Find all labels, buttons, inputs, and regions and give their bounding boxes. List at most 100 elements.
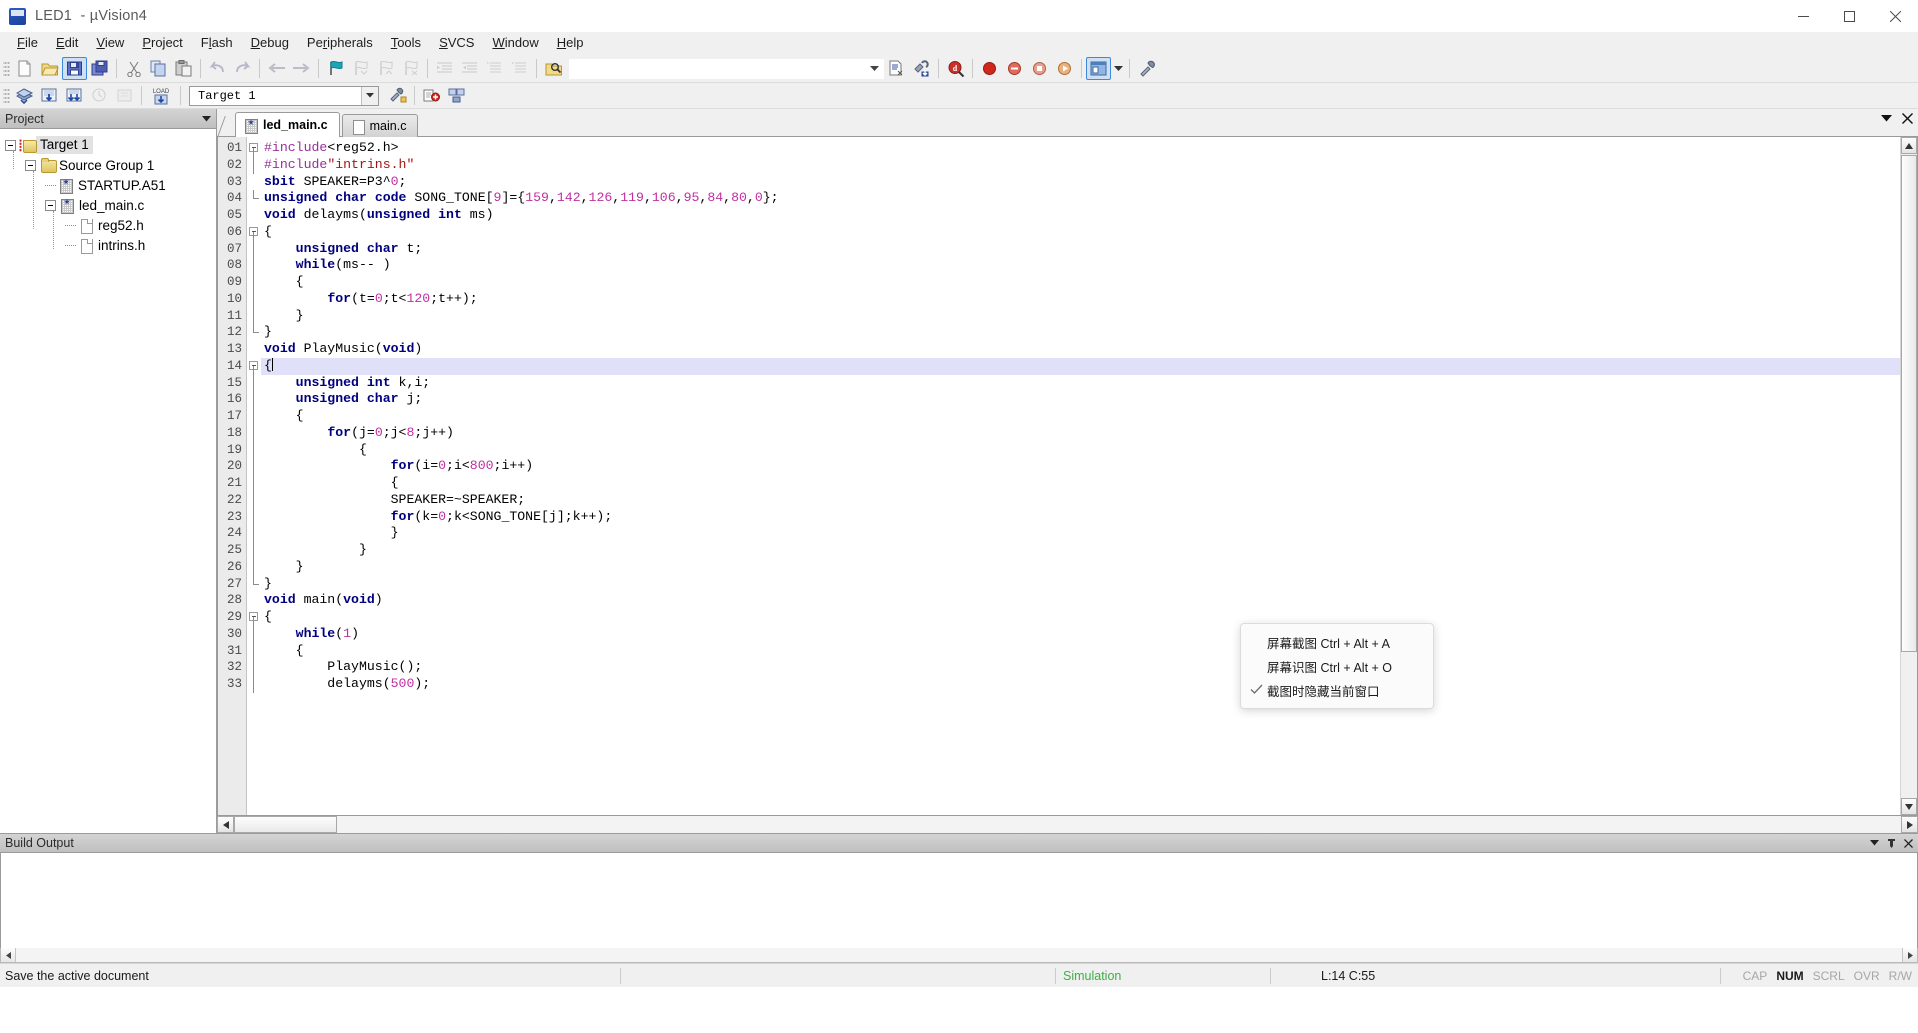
menu-debug[interactable]: Debug [242,32,298,54]
menu-project[interactable]: Project [133,32,191,54]
find-in-files-button[interactable] [541,57,566,80]
menu-file[interactable]: File [8,32,47,54]
navigate-forward-button[interactable] [289,57,314,80]
menu-window[interactable]: Window [483,32,547,54]
scroll-up-arrow[interactable] [1901,137,1917,154]
paste-button[interactable] [171,57,196,80]
minimize-button[interactable] [1780,0,1826,32]
tree-node-startup-a51[interactable]: STARTUP.A51 [0,175,216,195]
tree-node-target-1[interactable]: Target 1 [0,135,216,155]
code-line[interactable]: { [261,609,1900,626]
tree-expander[interactable] [5,139,16,151]
download-button[interactable]: LOAD [146,84,176,107]
code-line[interactable]: } [261,559,1900,576]
configure-button[interactable] [909,57,934,80]
chevron-right-icon[interactable] [1902,948,1917,962]
menu-help[interactable]: Help [548,32,593,54]
screen-capture-item[interactable]: 屏幕截图 Ctrl + Alt + A [1241,630,1433,654]
tab-led-main-c[interactable]: led_main.c [235,112,340,137]
close-button[interactable] [1872,0,1918,32]
menu-flash[interactable]: Flash [192,32,242,54]
code-line[interactable]: void main(void) [261,592,1900,609]
editor-close-button[interactable] [1901,111,1914,125]
bookmark-prev-button[interactable] [348,57,373,80]
pin-icon[interactable] [1885,836,1898,850]
code-line[interactable]: { [261,357,1900,375]
code-line[interactable]: delayms(500); [261,676,1900,693]
code-line[interactable]: for(k=0;k<SONG_TONE[j];k++); [261,509,1900,526]
bookmark-toggle-button[interactable] [323,57,348,80]
tool-circle-button[interactable] [1052,57,1077,80]
code-line[interactable]: { [261,274,1900,291]
scroll-thumb-vertical[interactable] [1901,155,1917,652]
scroll-left-arrow[interactable] [217,816,234,833]
play-macro-button[interactable] [1002,57,1027,80]
fold-marker[interactable] [247,140,261,157]
code-line[interactable]: #include"intrins.h" [261,157,1900,174]
tree-node-led-main-c[interactable]: led_main.c [0,195,216,215]
code-line[interactable]: void PlayMusic(void) [261,341,1900,358]
tree-node-intrins-h[interactable]: intrins.h [0,235,216,255]
code-line[interactable]: } [261,542,1900,559]
tab-main-c[interactable]: main.c [341,114,419,137]
comment-lines-button[interactable] [482,57,507,80]
insert-file-button[interactable] [884,57,909,80]
screen-ocr-item[interactable]: 屏幕识图 Ctrl + Alt + O [1241,654,1433,678]
tree-expander[interactable] [45,199,56,211]
code-line[interactable]: } [261,324,1900,341]
code-line[interactable]: unsigned char j; [261,391,1900,408]
uncomment-lines-button[interactable] [507,57,532,80]
toolbar-grip[interactable] [3,59,10,78]
code-line[interactable]: { [261,408,1900,425]
target-options-button[interactable] [385,84,410,107]
record-macro-button[interactable] [977,57,1002,80]
code-folding-column[interactable] [247,137,261,815]
screenshot-context-menu[interactable]: 屏幕截图 Ctrl + Alt + A 屏幕识图 Ctrl + Alt + O … [1240,623,1434,709]
code-line[interactable]: unsigned char code SONG_TONE[9]={159,142… [261,190,1900,207]
hide-window-on-capture-item[interactable]: 截图时隐藏当前窗口 [1241,678,1433,702]
code-line[interactable]: } [261,525,1900,542]
code-line[interactable]: { [261,442,1900,459]
code-line[interactable]: PlayMusic(); [261,659,1900,676]
fold-marker[interactable] [247,224,261,241]
code-line[interactable]: while(1) [261,626,1900,643]
code-line[interactable]: { [261,224,1900,241]
indent-left-button[interactable] [457,57,482,80]
code-line[interactable]: { [261,475,1900,492]
configure-target-button[interactable] [1134,57,1159,80]
chevron-down-icon[interactable] [361,86,378,105]
scroll-track[interactable] [16,948,1902,962]
scroll-track-horizontal[interactable] [337,816,1901,833]
code-text[interactable]: #include<reg52.h> #include"intrins.h" sbit… [261,137,1900,815]
stop-build-button[interactable] [112,84,137,107]
code-line[interactable]: } [261,308,1900,325]
code-line[interactable]: unsigned int k,i; [261,375,1900,392]
code-line[interactable]: #include<reg52.h> [261,140,1900,157]
menu-edit[interactable]: Edit [47,32,87,54]
menu-peripherals[interactable]: Peripherals [298,32,382,54]
find-combo[interactable] [569,58,884,79]
copy-button[interactable] [146,57,171,80]
code-line[interactable]: for(i=0;i<800;i++) [261,458,1900,475]
menu-svcs[interactable]: SVCS [430,32,483,54]
layout-dropdown-button[interactable] [1111,57,1125,80]
code-line[interactable]: unsigned char t; [261,241,1900,258]
editor-horizontal-scrollbar[interactable] [217,816,1918,833]
multi-project-button[interactable] [444,84,469,107]
undo-button[interactable] [205,57,230,80]
close-icon[interactable] [1902,836,1915,850]
code-line[interactable]: } [261,576,1900,593]
batch-build-button[interactable] [87,84,112,107]
code-line[interactable]: for(t=0;t<120;t++); [261,291,1900,308]
tree-node-source-group-1[interactable]: Source Group 1 [0,155,216,175]
chevron-left-icon[interactable] [1,948,16,962]
code-line[interactable]: while(ms-- ) [261,257,1900,274]
tree-expander[interactable] [25,159,36,171]
scroll-thumb-horizontal[interactable] [234,816,337,833]
editor-dropdown-button[interactable] [1880,111,1893,125]
chevron-down-icon[interactable] [867,60,881,78]
code-line[interactable]: { [261,643,1900,660]
project-tree[interactable]: Target 1 Source Group 1 STARTUP.A51 led_… [0,129,216,833]
code-line[interactable]: SPEAKER=~SPEAKER; [261,492,1900,509]
build-output-text[interactable] [0,853,1918,948]
